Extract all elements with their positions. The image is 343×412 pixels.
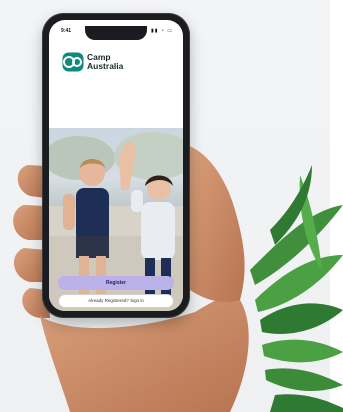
status-icons: ▮▮ ◔ ▭ [150,28,173,34]
logo-wordmark: Camp Australia [87,53,147,71]
logo-line-2: Australia [87,61,124,71]
phone-notch [85,26,147,40]
marketing-scene: 9:41 ▮▮ ◔ ▭ Camp Australia Register Alre… [0,0,343,412]
sign-in-button[interactable]: Already Registered? Sign in [58,294,174,308]
phone-mockup: 9:41 ▮▮ ◔ ▭ Camp Australia Register Alre… [42,13,190,318]
app-logo: Camp Australia [62,49,147,75]
register-button[interactable]: Register [58,276,174,290]
phone-screen: 9:41 ▮▮ ◔ ▭ Camp Australia Register Alre… [49,20,183,311]
status-time: 9:41 [61,28,72,34]
camp-australia-logo-icon [62,52,84,72]
